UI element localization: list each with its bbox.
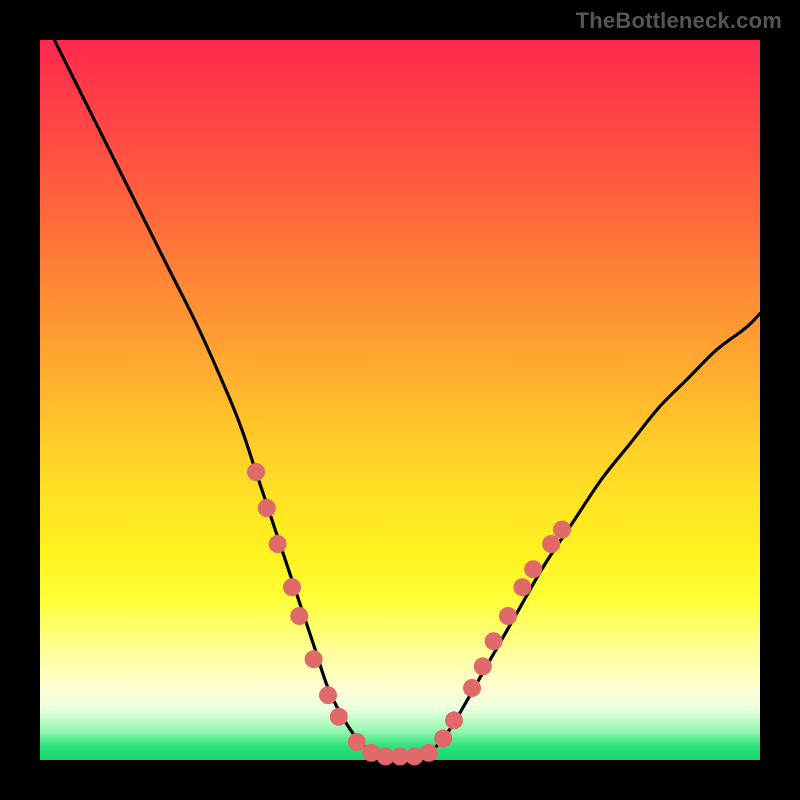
plot-area [40,40,760,760]
curve-svg [40,40,760,760]
marker-dot [348,733,366,751]
marker-dot [434,729,452,747]
chart-canvas: TheBottleneck.com [0,0,800,800]
watermark-text: TheBottleneck.com [576,8,782,34]
marker-dot [553,521,571,539]
marker-dot [474,657,492,675]
marker-dot [420,744,438,762]
marker-dot [524,560,542,578]
marker-dot [258,499,276,517]
marker-dot [305,650,323,668]
highlight-dots [247,463,571,765]
marker-dot [290,607,308,625]
marker-dot [269,535,287,553]
marker-dot [330,708,348,726]
bottleneck-curve [54,40,760,757]
marker-dot [485,632,503,650]
marker-dot [445,711,463,729]
marker-dot [319,686,337,704]
marker-dot [513,578,531,596]
marker-dot [463,679,481,697]
marker-dot [542,535,560,553]
marker-dot [247,463,265,481]
marker-dot [283,578,301,596]
marker-dot [499,607,517,625]
